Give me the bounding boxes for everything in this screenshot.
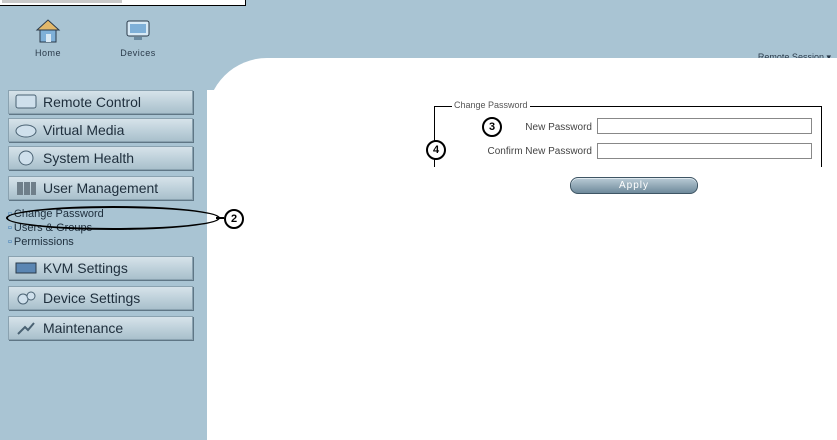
home-button[interactable]: Home [28, 18, 68, 58]
devices-label: Devices [120, 48, 156, 58]
apply-button[interactable]: Apply [570, 177, 698, 194]
callout-3: 3 [482, 117, 502, 137]
sidebar-item-label: KVM Settings [43, 260, 128, 276]
highlight-ellipse [6, 206, 220, 230]
bullet-icon: ▫ [8, 222, 12, 234]
new-password-label: New Password [525, 122, 592, 133]
new-password-input[interactable] [597, 118, 812, 134]
callout-4: 4 [426, 140, 446, 160]
home-icon [28, 18, 68, 46]
sidebar-item-label: Remote Control [43, 94, 142, 110]
kvm-icon [13, 259, 39, 277]
virtual-media-icon [13, 121, 39, 139]
remote-control-icon [13, 93, 39, 111]
home-label: Home [34, 48, 61, 58]
callout-2: 2 [224, 209, 244, 229]
top-tab-indicator [2, 0, 122, 3]
confirm-password-input[interactable] [597, 143, 812, 159]
group-title: Change Password [452, 100, 530, 110]
maintenance-icon [13, 319, 39, 337]
users-icon [13, 179, 39, 197]
top-tab-strip [0, 0, 246, 6]
sidebar-item-label: User Management [43, 180, 159, 196]
callout-leader [216, 217, 224, 219]
health-icon [13, 149, 39, 167]
devices-button[interactable]: Devices [118, 18, 158, 58]
monitor-icon [118, 18, 158, 46]
device-settings-icon [13, 289, 39, 307]
sidebar-item-label: System Health [43, 150, 135, 166]
sidebar-item-maintenance[interactable]: Maintenance [8, 316, 193, 340]
submenu-permissions[interactable]: ▫ Permissions [8, 236, 74, 248]
bullet-icon: ▫ [8, 236, 12, 248]
sidebar-item-system-health[interactable]: System Health [8, 146, 193, 170]
sidebar-item-remote-control[interactable]: Remote Control [8, 90, 193, 114]
sidebar-item-virtual-media[interactable]: Virtual Media [8, 118, 193, 142]
submenu-label: Permissions [13, 236, 74, 248]
sidebar-item-device-settings[interactable]: Device Settings [8, 286, 193, 310]
sidebar-item-label: Device Settings [43, 290, 141, 306]
sidebar-item-label: Virtual Media [43, 122, 125, 138]
sidebar-item-kvm-settings[interactable]: KVM Settings [8, 256, 193, 280]
sidebar-item-label: Maintenance [43, 320, 124, 336]
sidebar-item-user-management[interactable]: User Management [8, 176, 193, 200]
confirm-password-label: Confirm New Password [487, 146, 592, 157]
